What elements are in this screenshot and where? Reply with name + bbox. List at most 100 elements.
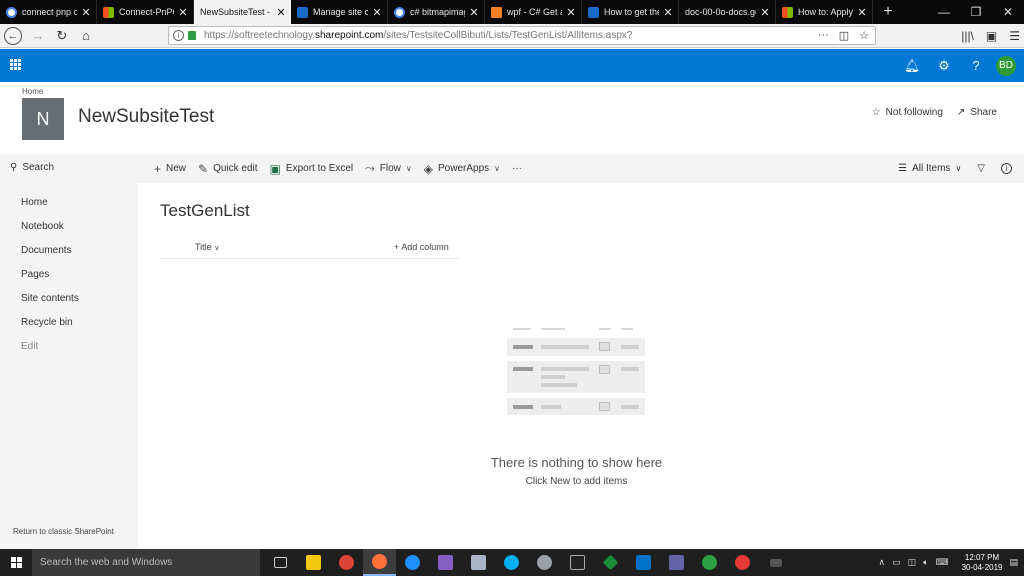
bookmark-star-icon[interactable]: ☆ [859, 29, 869, 42]
taskbar-clock[interactable]: 12:07 PM 30-04-2019 [962, 553, 1003, 573]
nav-item-home[interactable]: Home [21, 197, 79, 221]
restore-icon[interactable]: ❐ [960, 0, 992, 24]
export-to-excel-button[interactable]: ▣ Export to Excel [270, 162, 354, 176]
close-tab-icon[interactable]: ✕ [177, 6, 189, 19]
sidebar-icon[interactable]: ▣ [986, 29, 997, 43]
empty-list-illustration [507, 326, 645, 416]
network-icon[interactable]: ◫ [908, 557, 917, 568]
home-icon[interactable]: ⌂ [74, 24, 98, 48]
list-view-icon: ☰ [898, 163, 908, 174]
settings-gear-icon[interactable]: ⚙ [928, 58, 960, 74]
new-tab-icon[interactable]: + [873, 0, 903, 24]
chevron-down-icon: ∨ [405, 164, 412, 173]
search-box[interactable]: ⚲ Search [10, 162, 54, 173]
chevron-up-icon[interactable]: ∧ [879, 557, 886, 568]
browser-tab-active[interactable]: NewSubsiteTest - Te✕ [194, 0, 291, 24]
close-tab-icon[interactable]: ✕ [565, 6, 577, 19]
close-tab-icon[interactable]: ✕ [759, 6, 771, 19]
nav-item-pages[interactable]: Pages [21, 269, 79, 293]
browser-tab[interactable]: How to get the v✕ [582, 0, 679, 24]
return-to-classic-link[interactable]: Return to classic SharePoint [13, 527, 114, 536]
app-launcher-icon[interactable] [10, 59, 21, 70]
follow-button[interactable]: ☆ Not following [872, 107, 943, 118]
close-tab-icon[interactable]: ✕ [275, 6, 287, 19]
menu-icon[interactable]: ☰ [1009, 29, 1020, 43]
browser-tab[interactable]: doc-00-0o-docs.goo✕ [679, 0, 776, 24]
help-icon[interactable]: ? [960, 58, 992, 73]
address-bar[interactable]: i https://softreetechnology.sharepoint.c… [168, 26, 876, 45]
nav-item-site-contents[interactable]: Site contents [21, 293, 79, 317]
app-icon[interactable] [528, 549, 561, 576]
site-logo[interactable]: N [22, 98, 64, 140]
close-tab-icon[interactable]: ✕ [371, 6, 383, 19]
browser-tab[interactable]: connect pnp onl✕ [0, 0, 97, 24]
app-icon[interactable] [594, 549, 627, 576]
site-title[interactable]: NewSubsiteTest [78, 106, 214, 128]
console-icon[interactable] [561, 549, 594, 576]
windows-start-icon[interactable] [0, 549, 32, 576]
chevron-down-icon: ∨ [214, 245, 220, 252]
app-icon[interactable] [693, 549, 726, 576]
taskbar-search-input[interactable]: Search the web and Windows [32, 549, 260, 576]
browser-tab[interactable]: How to: Apply a✕ [776, 0, 873, 24]
nav-item-notebook[interactable]: Notebook [21, 221, 79, 245]
add-column-button[interactable]: + Add column [394, 242, 449, 252]
notifications-icon[interactable]: 🔔︎ [896, 58, 928, 74]
edit-nav-link[interactable]: Edit [21, 341, 79, 365]
browser-tab[interactable]: Manage site coll✕ [291, 0, 388, 24]
search-icon: ⚲ [10, 162, 18, 173]
empty-state-hint: Click New to add items [525, 476, 628, 487]
avatar[interactable]: BD [996, 55, 1016, 76]
minimize-icon[interactable]: — [928, 0, 960, 24]
notifications-icon[interactable]: ▤ [1009, 557, 1018, 568]
powerapps-dropdown[interactable]: ◈ PowerApps ∨ [424, 162, 500, 176]
visual-studio-icon[interactable] [429, 549, 462, 576]
task-view-icon[interactable] [264, 549, 297, 576]
quick-edit-button[interactable]: ✎ Quick edit [198, 162, 258, 176]
app-icon[interactable] [759, 549, 792, 576]
app-icon[interactable] [726, 549, 759, 576]
firefox-icon[interactable] [363, 549, 396, 576]
teams-icon[interactable] [660, 549, 693, 576]
view-switcher[interactable]: ☰ All Items ∨ [898, 163, 961, 174]
battery-icon[interactable]: ▭ [892, 557, 901, 568]
close-tab-icon[interactable]: ✕ [80, 6, 92, 19]
page-actions-icon[interactable]: ··· [818, 29, 829, 42]
file-explorer-icon[interactable] [297, 549, 330, 576]
close-tab-icon[interactable]: ✕ [468, 6, 480, 19]
browser-tab[interactable]: c# bitmapimage✕ [388, 0, 485, 24]
more-commands-button[interactable]: ··· [512, 163, 522, 174]
browser-tab[interactable]: Connect-PnPOnl✕ [97, 0, 194, 24]
volume-icon[interactable]: 🔈︎ [923, 557, 928, 568]
new-button[interactable]: + New [154, 162, 186, 176]
nav-item-documents[interactable]: Documents [21, 245, 79, 269]
breadcrumb[interactable]: Home [22, 87, 43, 96]
info-icon[interactable]: i [1001, 163, 1012, 174]
skype-icon[interactable] [495, 549, 528, 576]
info-icon[interactable]: i [173, 30, 184, 41]
scrollbar[interactable] [1015, 183, 1024, 549]
library-icon[interactable]: |||\ [961, 29, 974, 43]
browser-tab[interactable]: wpf - C# Get a B✕ [485, 0, 582, 24]
column-header-row: Title ∨ + Add column [160, 237, 460, 259]
list-content: TestGenList Title ∨ + Add column There i… [138, 183, 1015, 549]
close-window-icon[interactable]: ✕ [992, 0, 1024, 24]
pocket-icon[interactable]: ◫ [839, 29, 849, 42]
flow-dropdown[interactable]: ⤳ Flow ∨ [365, 161, 412, 176]
forward-icon[interactable]: → [26, 24, 50, 48]
back-icon[interactable]: ← [4, 26, 22, 45]
left-navigation: ⚲ Search Home Notebook Documents Pages S… [0, 154, 138, 549]
edge-icon[interactable] [396, 549, 429, 576]
app-icon[interactable] [462, 549, 495, 576]
nav-item-recycle-bin[interactable]: Recycle bin [21, 317, 79, 341]
chrome-icon[interactable] [330, 549, 363, 576]
filter-icon[interactable]: ▽ [977, 163, 985, 174]
close-tab-icon[interactable]: ✕ [856, 6, 868, 19]
share-button[interactable]: ↗ Share [957, 107, 997, 118]
keyboard-icon[interactable]: ⌨ [936, 557, 949, 568]
outlook-icon[interactable] [627, 549, 660, 576]
close-tab-icon[interactable]: ✕ [662, 6, 674, 19]
title-column-header[interactable]: Title ∨ [195, 242, 219, 252]
url-text: https://softreetechnology.sharepoint.com… [204, 30, 633, 41]
reload-icon[interactable]: ↻ [50, 24, 74, 48]
